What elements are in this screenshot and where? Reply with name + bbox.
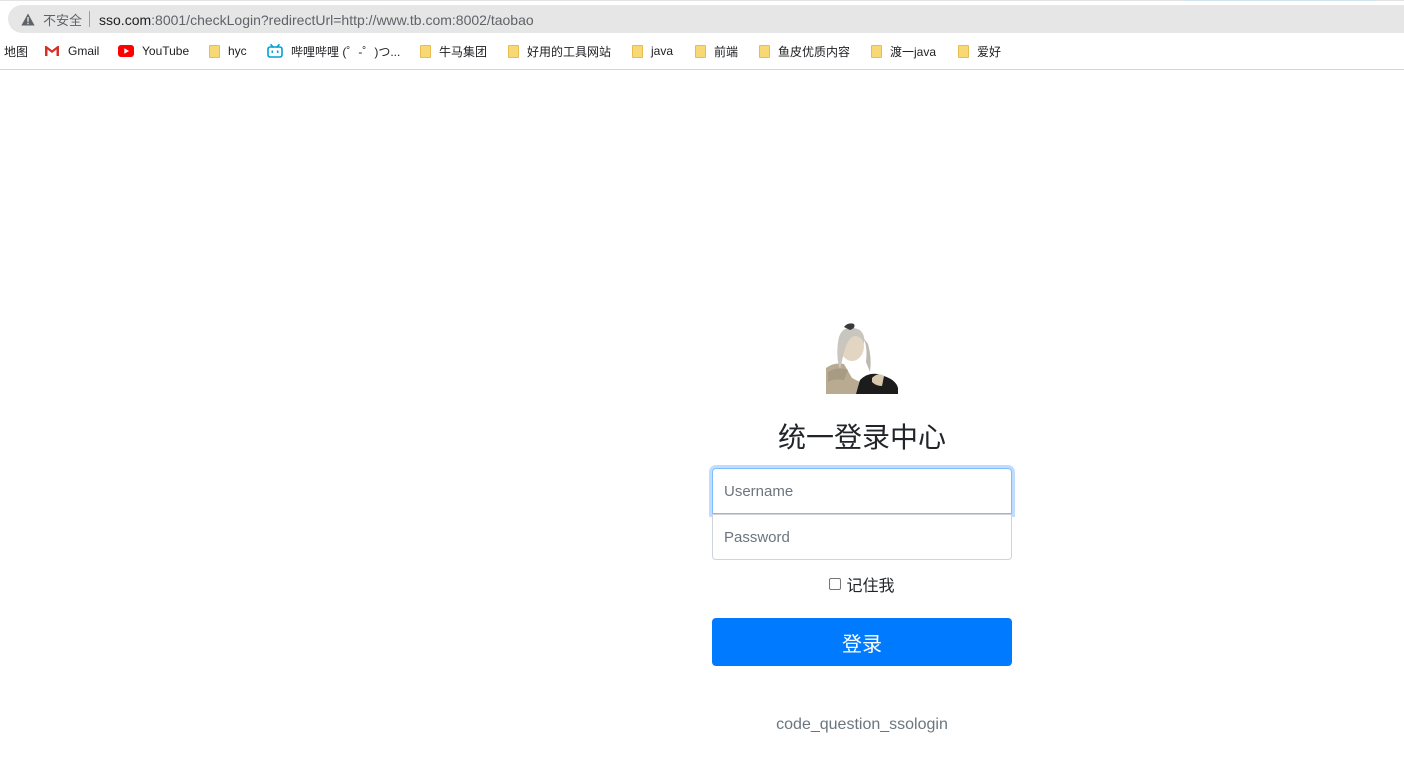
bookmark-label: java <box>651 44 674 58</box>
browser-chrome: 不安全 sso.com:8001/checkLogin?redirectUrl=… <box>0 0 1404 70</box>
bookmark-label: 地图 <box>4 44 29 59</box>
folder-icon <box>420 44 431 58</box>
gmail-icon <box>44 45 60 57</box>
warning-icon[interactable] <box>20 12 35 27</box>
bookmark-folder-hobby[interactable]: 爱好 <box>958 40 1001 62</box>
avatar <box>826 322 898 394</box>
remember-checkbox[interactable] <box>829 578 842 590</box>
bookmark-bilibili[interactable]: 哔哩哔哩 (゜-゜)つ... <box>267 40 400 62</box>
bookmark-maps[interactable]: 地图 <box>4 40 28 62</box>
bookmark-label: 渡一java <box>890 44 937 59</box>
address-separator <box>89 11 91 27</box>
bookmark-label: Gmail <box>68 44 100 58</box>
bookmark-folder-niuma[interactable]: 牛马集团 <box>420 40 487 62</box>
bookmark-label: 爱好 <box>977 44 1002 59</box>
bookmark-folder-frontend[interactable]: 前端 <box>695 40 738 62</box>
remember-me[interactable]: 记住我 <box>712 572 1012 596</box>
folder-icon <box>958 44 969 58</box>
bilibili-icon <box>267 44 283 58</box>
bookmark-label: 哔哩哔哩 (゜-゜)つ... <box>291 44 401 59</box>
bookmark-gmail[interactable]: Gmail <box>44 40 99 62</box>
url-rest: :8001/checkLogin?redirectUrl=http://www.… <box>151 11 534 28</box>
password-input[interactable] <box>712 514 1012 560</box>
page-title: 统一登录中心 <box>777 421 946 454</box>
address-bar[interactable]: 不安全 sso.com:8001/checkLogin?redirectUrl=… <box>8 5 1404 33</box>
folder-icon <box>632 44 643 58</box>
username-input[interactable] <box>712 468 1012 514</box>
bookmark-label: 牛马集团 <box>439 44 488 59</box>
bookmark-label: 好用的工具网站 <box>527 44 612 59</box>
security-label[interactable]: 不安全 <box>43 10 82 29</box>
folder-icon <box>209 44 220 58</box>
footer-text: code_question_ssologin <box>776 716 948 733</box>
bookmark-label: 前端 <box>714 44 739 59</box>
bookmark-label: YouTube <box>142 44 190 58</box>
folder-icon <box>759 44 770 58</box>
bookmark-folder-duyi-java[interactable]: 渡一java <box>871 40 936 62</box>
top-hairline <box>0 0 1404 1</box>
url-host: sso.com <box>99 11 152 28</box>
bookmark-label: hyc <box>228 44 247 58</box>
youtube-icon <box>118 45 134 57</box>
bookmark-label: 鱼皮优质内容 <box>778 44 851 59</box>
remember-label: 记住我 <box>846 576 895 595</box>
folder-icon <box>871 44 882 58</box>
bookmark-folder-yupi[interactable]: 鱼皮优质内容 <box>759 40 850 62</box>
bookmark-folder-hyc[interactable]: hyc <box>209 40 247 62</box>
bookmark-folder-java[interactable]: java <box>632 40 673 62</box>
url-text[interactable]: sso.com:8001/checkLogin?redirectUrl=http… <box>99 10 534 29</box>
bookmark-folder-tools[interactable]: 好用的工具网站 <box>508 40 611 62</box>
bookmark-youtube[interactable]: YouTube <box>118 40 189 62</box>
folder-icon <box>508 44 519 58</box>
login-button[interactable]: 登录 <box>712 618 1012 666</box>
folder-icon <box>695 44 706 58</box>
